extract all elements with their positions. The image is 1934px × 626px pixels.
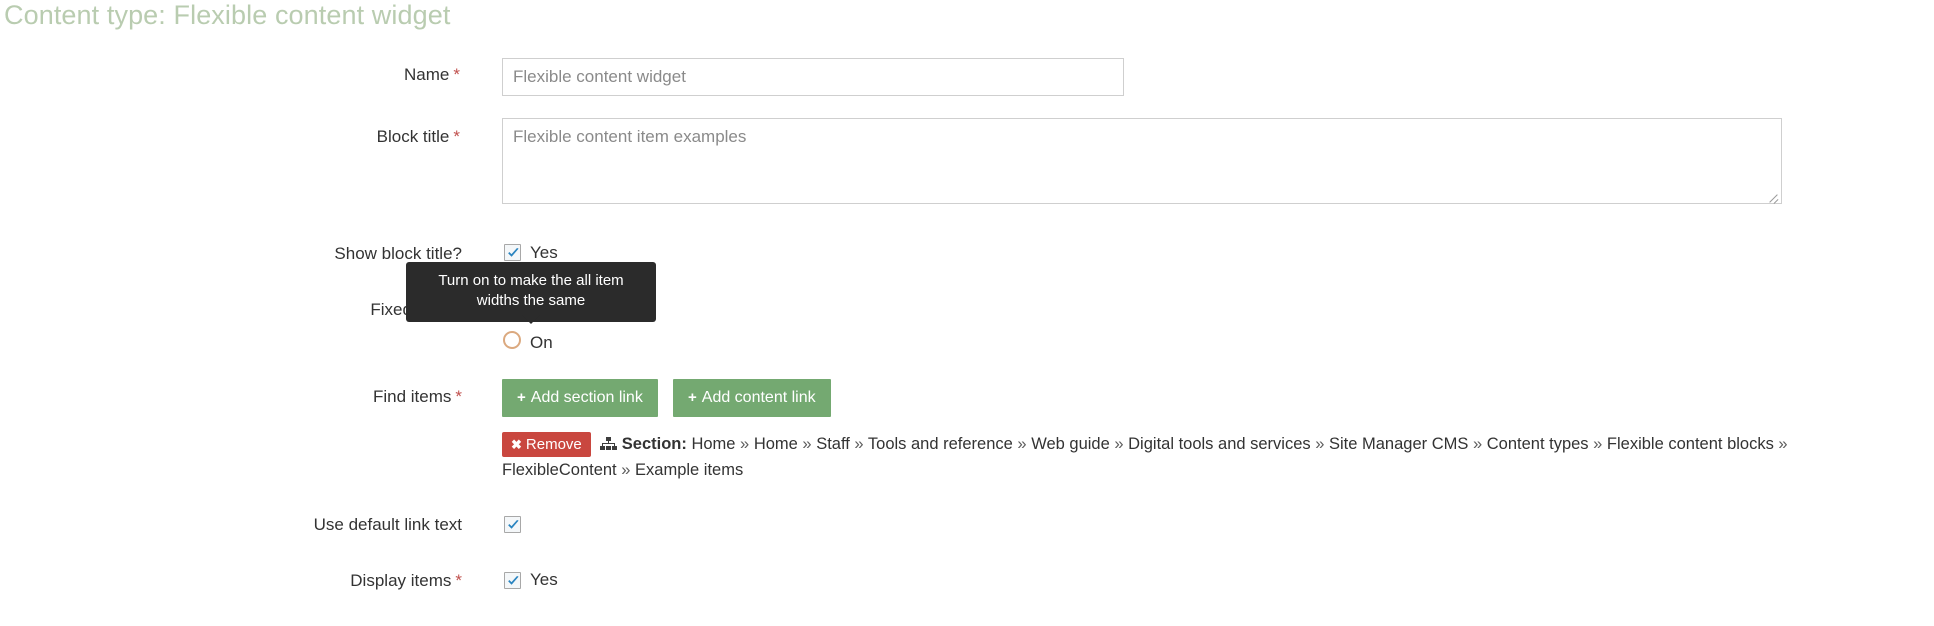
selected-item-row: ✖ Remove Section: Home » Home » Staff » T…: [502, 432, 1802, 483]
show-block-title-option-label: Yes: [530, 243, 558, 263]
find-items-label: Find items*: [230, 387, 462, 407]
breadcrumb[interactable]: Home » Home » Staff » Tools and referenc…: [502, 435, 1788, 479]
display-items-label-text: Display items: [350, 571, 451, 590]
breadcrumb-item[interactable]: FlexibleContent: [502, 461, 617, 479]
breadcrumb-item[interactable]: Digital tools and services: [1128, 435, 1311, 453]
breadcrumb-item[interactable]: Staff: [816, 435, 850, 453]
add-content-link-label: Add content link: [702, 389, 816, 406]
block-title-label: Block title*: [260, 127, 460, 147]
remove-button-label: Remove: [526, 436, 582, 453]
find-items-required-marker: *: [455, 387, 462, 406]
tooltip: Turn on to make the all item widths the …: [406, 262, 656, 322]
breadcrumb-item[interactable]: Home: [687, 435, 736, 453]
breadcrumb-separator: »: [1774, 435, 1788, 453]
breadcrumb-item[interactable]: Site Manager CMS: [1329, 435, 1468, 453]
add-content-link-button[interactable]: + Add content link: [673, 379, 831, 417]
add-section-link-button[interactable]: + Add section link: [502, 379, 658, 417]
block-title-required-marker: *: [453, 127, 460, 146]
name-input[interactable]: [502, 58, 1124, 96]
show-block-title-checkbox[interactable]: [504, 244, 521, 261]
block-title-textarea[interactable]: Flexible content item examples: [502, 118, 1782, 204]
plus-icon: +: [688, 389, 697, 406]
breadcrumb-separator: »: [850, 435, 868, 453]
breadcrumb-item[interactable]: Content types: [1487, 435, 1589, 453]
find-items-label-text: Find items: [373, 387, 451, 406]
close-icon: ✖: [511, 437, 522, 452]
breadcrumb-item[interactable]: Flexible content blocks: [1607, 435, 1774, 453]
use-default-link-text-checkbox[interactable]: [504, 516, 521, 533]
display-items-required-marker: *: [455, 571, 462, 590]
remove-button[interactable]: ✖ Remove: [502, 432, 591, 457]
breadcrumb-separator: »: [1589, 435, 1607, 453]
plus-icon: +: [517, 389, 526, 406]
check-icon: [506, 246, 521, 261]
breadcrumb-item[interactable]: Tools and reference: [868, 435, 1013, 453]
tooltip-line-2: widths the same: [418, 291, 644, 311]
breadcrumb-separator: »: [735, 435, 753, 453]
use-default-link-text-label: Use default link text: [230, 515, 462, 535]
use-default-link-text-label-text: Use default link text: [314, 515, 462, 534]
breadcrumb-item[interactable]: Web guide: [1031, 435, 1110, 453]
tooltip-line-1: Turn on to make the all item: [418, 271, 644, 291]
page-title: Content type: Flexible content widget: [4, 0, 450, 31]
name-label: Name*: [260, 65, 460, 85]
breadcrumb-separator: »: [1468, 435, 1486, 453]
block-title-label-text: Block title: [377, 127, 450, 146]
add-section-link-label: Add section link: [531, 389, 643, 406]
breadcrumb-separator: »: [1311, 435, 1329, 453]
breadcrumb-item[interactable]: Example items: [635, 461, 743, 479]
show-block-title-label: Show block title?: [230, 244, 462, 264]
name-required-marker: *: [453, 65, 460, 84]
display-items-option-label: Yes: [530, 570, 558, 590]
breadcrumb-item[interactable]: Home: [754, 435, 798, 453]
sitemap-icon: [600, 437, 616, 451]
tooltip-arrow: [522, 315, 540, 324]
breadcrumb-separator: »: [1110, 435, 1128, 453]
check-icon: [506, 574, 521, 589]
fixed-columns-radio[interactable]: [503, 331, 521, 349]
breadcrumb-separator: »: [1013, 435, 1031, 453]
breadcrumb-separator: »: [798, 435, 816, 453]
fixed-columns-option-label: On: [530, 333, 553, 353]
section-prefix: Section:: [622, 435, 687, 453]
display-items-label: Display items*: [230, 571, 462, 591]
check-icon: [506, 518, 521, 533]
breadcrumb-separator: »: [617, 461, 635, 479]
show-block-title-label-text: Show block title?: [334, 244, 462, 263]
name-label-text: Name: [404, 65, 449, 84]
display-items-checkbox[interactable]: [504, 572, 521, 589]
